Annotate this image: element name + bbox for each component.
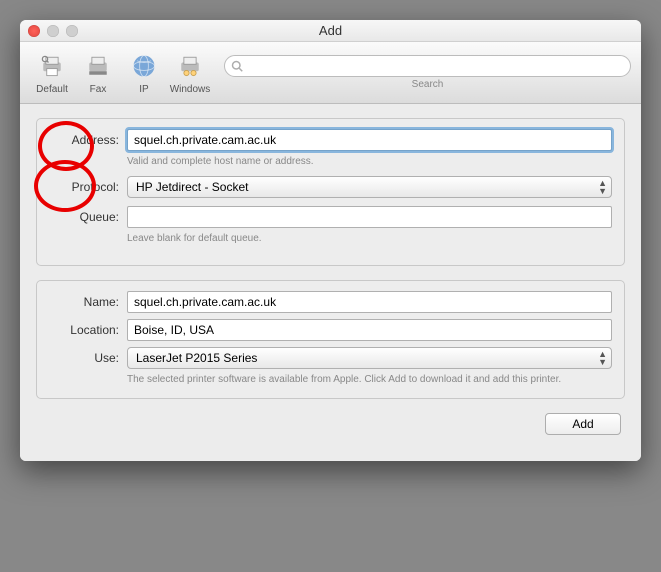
titlebar: Add [20,20,641,42]
protocol-value: HP Jetdirect - Socket [136,180,249,194]
protocol-label: Protocol: [49,180,119,194]
search-label: Search [224,79,631,90]
toolbar-windows-label: Windows [170,84,211,95]
toolbar-ip[interactable]: IP [122,50,166,95]
globe-icon [128,50,160,82]
address-field[interactable] [127,129,612,151]
use-hint: The selected printer software is availab… [127,373,612,386]
add-printer-window: Add Default Fax IP Windows [20,20,641,461]
toolbar: Default Fax IP Windows Search [20,42,641,104]
fax-icon [82,50,114,82]
use-value: LaserJet P2015 Series [136,351,257,365]
printer-share-icon [174,50,206,82]
location-label: Location: [49,323,119,337]
use-select[interactable]: LaserJet P2015 Series ▲▼ [127,347,612,369]
name-field[interactable] [127,291,612,313]
window-title: Add [20,23,641,38]
name-label: Name: [49,295,119,309]
add-button[interactable]: Add [545,413,621,435]
protocol-select[interactable]: HP Jetdirect - Socket ▲▼ [127,176,612,198]
chevron-updown-icon: ▲▼ [598,179,607,195]
search-icon [231,60,243,72]
queue-field[interactable] [127,206,612,228]
address-hint: Valid and complete host name or address. [127,155,612,168]
address-label: Address: [49,133,119,147]
search-field[interactable] [224,55,631,77]
location-field[interactable] [127,319,612,341]
printer-icon [36,50,68,82]
toolbar-default[interactable]: Default [30,50,74,95]
toolbar-ip-label: IP [139,84,148,95]
toolbar-fax-label: Fax [90,84,107,95]
connection-panel: Address: Valid and complete host name or… [36,118,625,266]
printer-info-panel: Name: Location: Use: LaserJet P2015 Seri… [36,280,625,399]
use-label: Use: [49,351,119,365]
queue-label: Queue: [49,210,119,224]
queue-hint: Leave blank for default queue. [127,232,612,245]
toolbar-windows[interactable]: Windows [168,50,212,95]
content-area: Address: Valid and complete host name or… [20,104,641,461]
toolbar-default-label: Default [36,84,68,95]
chevron-updown-icon: ▲▼ [598,350,607,366]
toolbar-fax[interactable]: Fax [76,50,120,95]
